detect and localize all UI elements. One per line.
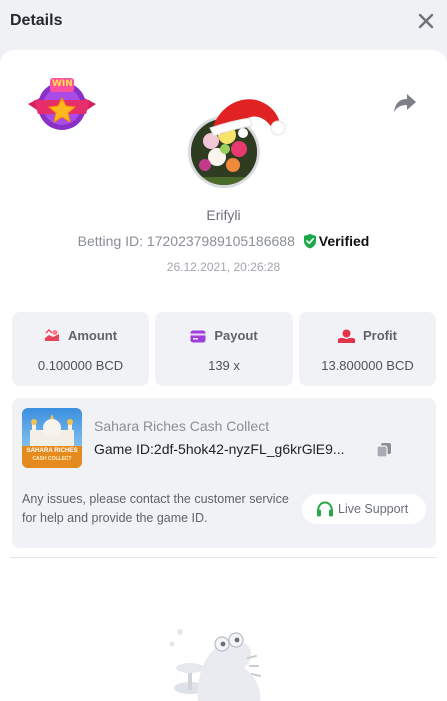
live-support-button[interactable]: Live Support [302, 494, 426, 524]
amount-icon [44, 329, 59, 341]
betting-id-value: 1720237989105186688 [146, 233, 295, 249]
betting-id-row: Betting ID: 1720237989105186688 Verified [0, 233, 447, 249]
win-badge: WIN [26, 76, 98, 132]
payout-value: 139 x [208, 358, 240, 373]
live-support-label: Live Support [338, 502, 409, 516]
verified-shield-icon [303, 234, 316, 249]
bet-datetime: 26.12.2021, 20:26:28 [166, 260, 281, 274]
avatar-group [186, 94, 288, 190]
payout-label: Payout [214, 328, 258, 343]
game-card: SAHARA RICHES CASH COLLECT Sahara Riches… [12, 398, 436, 548]
payout-icon [190, 330, 206, 343]
profit-value: 13.800000 BCD [321, 358, 414, 373]
page-title: Details [10, 12, 63, 29]
support-help-text: Any issues, please contact the customer … [22, 492, 289, 525]
game-name[interactable]: Sahara Riches Cash Collect [94, 418, 269, 434]
game-id-label: Game ID: [94, 441, 154, 457]
game-thumb-title: SAHARA RICHES [26, 447, 78, 454]
amount-label: Amount [67, 328, 118, 343]
verified-label: Verified [318, 233, 370, 249]
copy-icon[interactable] [376, 442, 392, 458]
username: Erifyli [206, 207, 241, 223]
headset-icon [317, 501, 333, 517]
close-icon[interactable] [415, 10, 437, 32]
game-thumb-subtitle: CASH COLLECT [32, 456, 72, 462]
amount-value: 0.100000 BCD [37, 358, 124, 373]
game-id-value: 2df-5hok42-nyzFL_g6krGlE9... [153, 441, 345, 457]
game-id-row: Game ID:2df-5hok42-nyzFL_g6krGlE9... [94, 441, 345, 457]
win-badge-text: WIN [52, 79, 73, 89]
share-icon[interactable] [393, 92, 417, 114]
profit-icon [338, 329, 356, 343]
details-header: Details [0, 0, 447, 46]
mascot-illustration [160, 624, 270, 701]
amount-card: Amount 0.100000 BCD [12, 312, 149, 386]
santa-hat-icon [208, 94, 288, 140]
payout-card: Payout 139 x [155, 312, 293, 386]
divider [10, 557, 436, 558]
betting-id-label: Betting ID: [77, 233, 144, 249]
game-thumbnail[interactable]: SAHARA RICHES CASH COLLECT [22, 408, 82, 468]
profit-card: Profit 13.800000 BCD [299, 312, 436, 386]
profit-label: Profit [363, 328, 397, 343]
